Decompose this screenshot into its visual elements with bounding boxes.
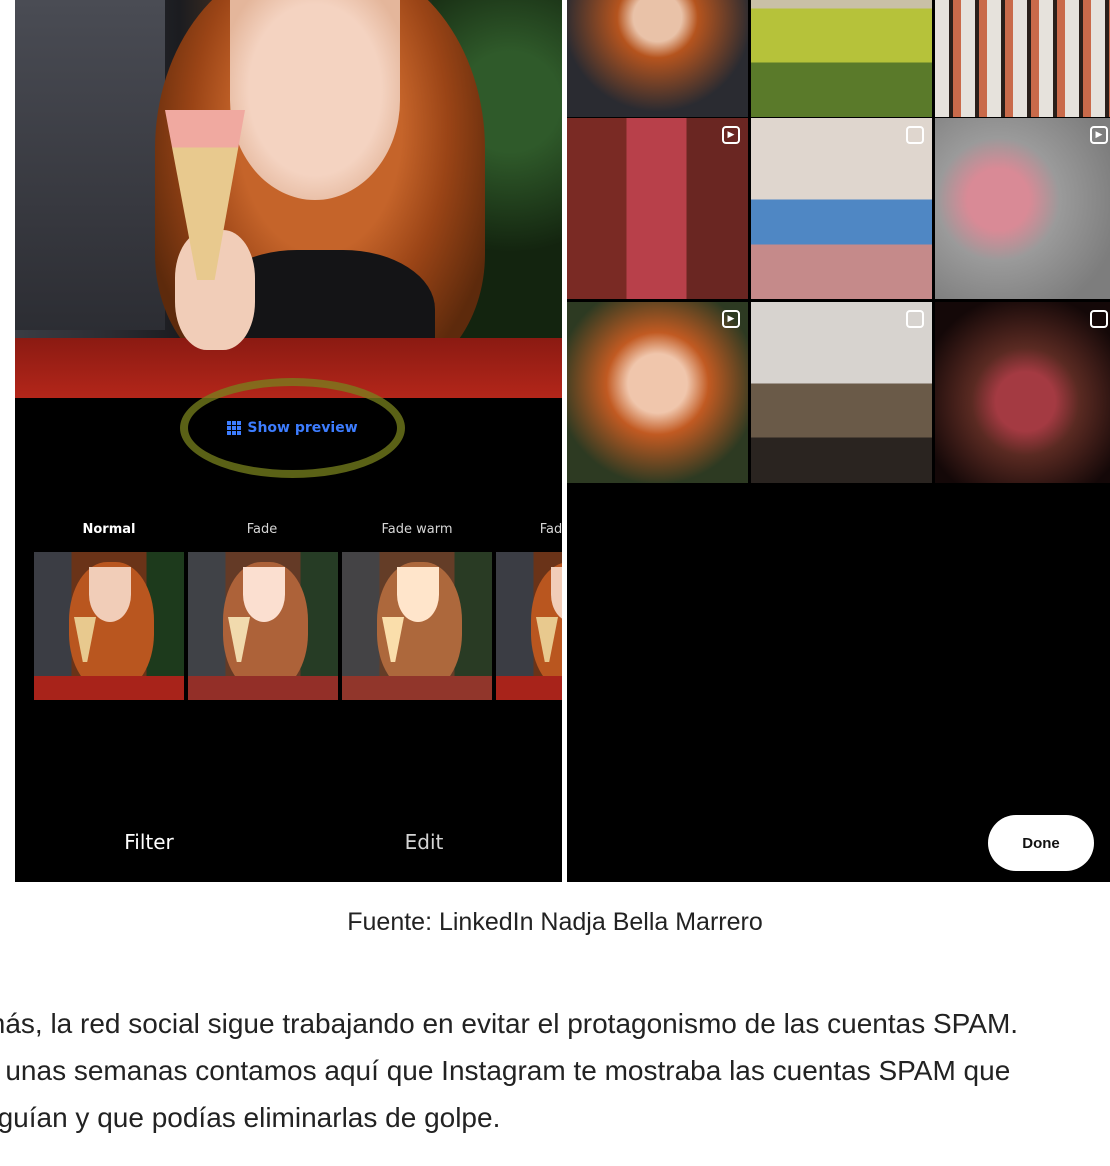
carousel-icon bbox=[906, 126, 924, 144]
article-line: e unas semanas contamos aquí que Instagr… bbox=[0, 1055, 1011, 1086]
filter-fade-warm-label[interactable]: Fade warm bbox=[381, 522, 452, 537]
grid-tile[interactable] bbox=[567, 0, 748, 117]
grid-tile[interactable]: ▶ bbox=[567, 118, 748, 299]
editor-screen: Show preview Normal Fade Fade warm Fad F… bbox=[15, 0, 562, 882]
show-preview-button[interactable]: Show preview bbox=[180, 378, 405, 478]
filter-fade-cool-label[interactable]: Fad bbox=[540, 522, 562, 537]
filter-normal-label[interactable]: Normal bbox=[83, 522, 136, 537]
carousel-icon bbox=[1090, 310, 1108, 328]
grid-tile[interactable] bbox=[935, 302, 1110, 483]
tab-filter[interactable]: Filter bbox=[124, 830, 174, 854]
grid-tile[interactable]: ▶ bbox=[567, 302, 748, 483]
grid-preview-screen: ▶ ▶ ▶ Done bbox=[567, 0, 1110, 882]
tab-edit[interactable]: Edit bbox=[405, 830, 444, 854]
filter-fade-label[interactable]: Fade bbox=[247, 522, 278, 537]
article-line: más, la red social sigue trabajando en e… bbox=[0, 1008, 1019, 1039]
grid-tile[interactable] bbox=[751, 0, 932, 117]
filter-thumb-normal[interactable] bbox=[34, 552, 184, 700]
screenshot-figure: Show preview Normal Fade Fade warm Fad F… bbox=[15, 0, 1110, 882]
done-button[interactable]: Done bbox=[988, 815, 1094, 871]
reel-icon: ▶ bbox=[1090, 126, 1108, 144]
filter-thumb-fade[interactable] bbox=[188, 552, 338, 700]
carousel-icon bbox=[906, 310, 924, 328]
show-preview-label: Show preview bbox=[247, 420, 358, 436]
grid-icon bbox=[227, 421, 242, 435]
grid-tile[interactable]: ▶ bbox=[935, 118, 1110, 299]
filter-thumb-partial[interactable] bbox=[496, 552, 562, 700]
article-line: eguían y que podías eliminarlas de golpe… bbox=[0, 1102, 501, 1133]
reel-icon: ▶ bbox=[722, 310, 740, 328]
article-body: más, la red social sigue trabajando en e… bbox=[0, 1000, 1110, 1141]
grid-tile[interactable] bbox=[751, 118, 932, 299]
reel-icon: ▶ bbox=[722, 126, 740, 144]
filter-thumb-fade-warm[interactable] bbox=[342, 552, 492, 700]
grid-tile[interactable] bbox=[935, 0, 1110, 117]
filter-names: Normal Fade Fade warm Fad bbox=[15, 522, 563, 542]
image-caption: Fuente: LinkedIn Nadja Bella Marrero bbox=[347, 908, 763, 936]
grid-tile[interactable] bbox=[751, 302, 932, 483]
main-photo bbox=[15, 0, 562, 398]
